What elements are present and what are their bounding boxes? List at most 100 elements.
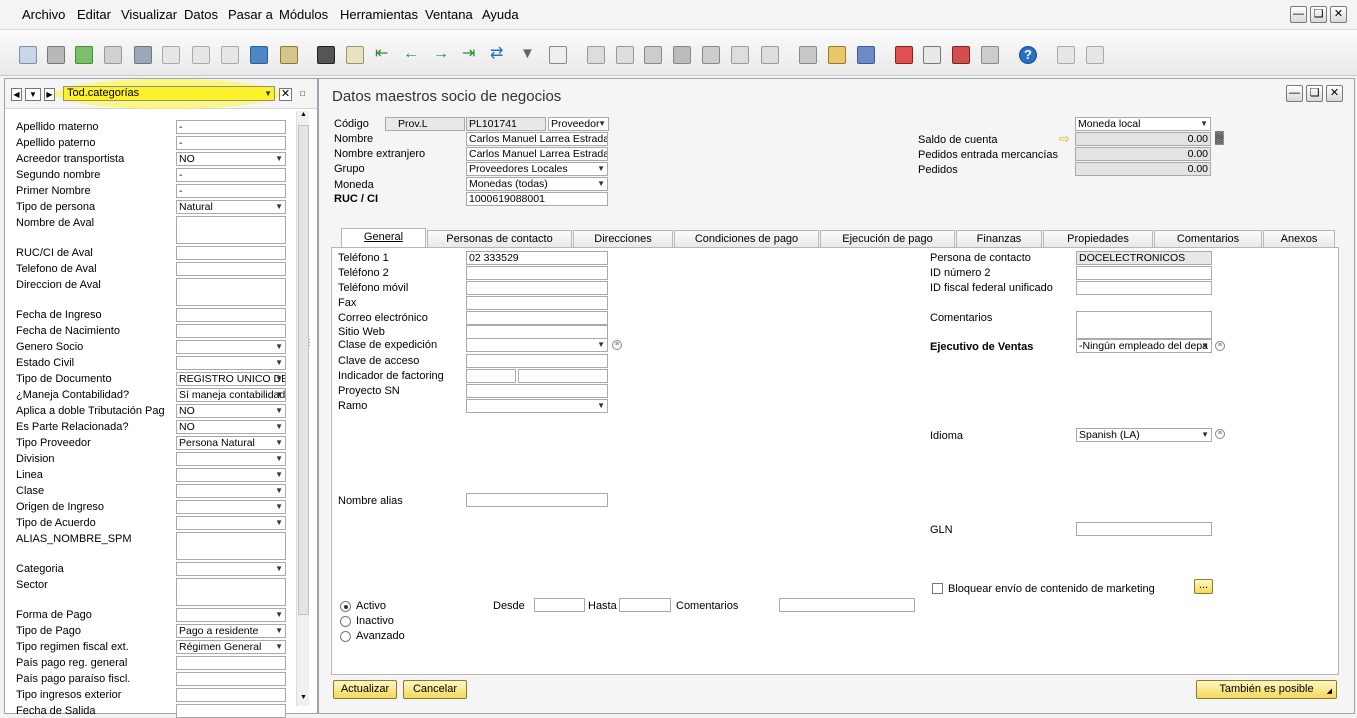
idioma-select[interactable]: Spanish (LA) — [1076, 428, 1212, 442]
idioma-info-icon[interactable]: ≡ — [1215, 429, 1225, 439]
moneda-select[interactable]: Monedas (todas) — [466, 177, 608, 191]
fax-icon[interactable] — [134, 46, 152, 64]
gln-field[interactable] — [1076, 522, 1212, 536]
udf-field[interactable] — [176, 578, 286, 606]
telefono1-field[interactable]: 02 333529 — [466, 251, 608, 265]
ruc-field[interactable]: 1000619088001 — [466, 192, 608, 206]
print-preview-icon[interactable] — [19, 46, 37, 64]
book-icon[interactable] — [731, 46, 749, 64]
udf-select[interactable]: REGISTRO UNICO DE — [176, 372, 286, 386]
export-excel-icon[interactable] — [75, 46, 93, 64]
window-restore-icon[interactable]: ❏ — [1306, 85, 1323, 102]
menu-pasar-a[interactable]: Pasar a — [228, 7, 273, 22]
udf-scrollbar[interactable]: ▲ ▼ — [296, 111, 309, 706]
first-record-icon[interactable]: ⇤ — [375, 46, 393, 64]
print-icon[interactable] — [47, 46, 65, 64]
ejecutivo-select[interactable]: -Ningún empleado del depa — [1076, 339, 1212, 353]
udf-field[interactable] — [176, 704, 286, 718]
scroll-thumb[interactable] — [298, 125, 309, 615]
udf-field[interactable] — [176, 656, 286, 670]
tab-finanzas[interactable]: Finanzas — [956, 230, 1042, 248]
udf-field[interactable] — [176, 308, 286, 322]
udf-select[interactable]: Régimen General — [176, 640, 286, 654]
scroll-up-icon[interactable]: ▲ — [298, 111, 309, 123]
layout-icon[interactable] — [1057, 46, 1075, 64]
alias-field[interactable] — [466, 493, 608, 507]
comentarios-field[interactable] — [1076, 311, 1212, 339]
send-icon[interactable] — [104, 46, 122, 64]
help-icon[interactable]: ? — [1019, 46, 1037, 64]
fax-field[interactable] — [466, 296, 608, 310]
hasta-field[interactable] — [619, 598, 671, 612]
currency-select[interactable]: Moneda local — [1075, 117, 1211, 131]
udf-select[interactable]: Sí maneja contabilidad — [176, 388, 286, 402]
restore-icon[interactable]: ❏ — [1310, 6, 1327, 23]
tab-ejecucion-pago[interactable]: Ejecución de pago — [820, 230, 955, 248]
udf-field[interactable]: - — [176, 168, 286, 182]
factoring-code-field[interactable] — [466, 369, 516, 383]
menu-modulos[interactable]: Módulos — [279, 7, 328, 22]
menu-ayuda[interactable]: Ayuda — [482, 7, 519, 22]
correo-field[interactable] — [466, 311, 608, 325]
udf-select[interactable]: Persona Natural — [176, 436, 286, 450]
link-arrow-icon[interactable]: ⇨ — [1059, 131, 1070, 147]
menu-archivo[interactable]: Archivo — [22, 7, 65, 22]
clave-field[interactable] — [466, 354, 608, 368]
udf-select[interactable]: NO — [176, 404, 286, 418]
idfiscal-field[interactable] — [1076, 281, 1212, 295]
udf-select[interactable]: NO — [176, 152, 286, 166]
tab-condiciones-pago[interactable]: Condiciones de pago — [674, 230, 819, 248]
udf-field[interactable] — [176, 672, 286, 686]
codigo-field[interactable]: PL101741 — [466, 117, 546, 131]
minimize-icon[interactable]: — — [1290, 6, 1307, 23]
udf-select[interactable] — [176, 340, 286, 354]
status-comentarios-field[interactable] — [779, 598, 915, 612]
window-minimize-icon[interactable]: — — [1286, 85, 1303, 102]
contacto-field[interactable]: DOCELECTRONICOS — [1076, 251, 1212, 265]
dropdown-arrow-icon[interactable]: ▼ — [25, 88, 41, 101]
actualizar-button[interactable]: Actualizar — [333, 680, 397, 699]
next-record-icon[interactable]: → — [433, 46, 451, 64]
udf-select[interactable] — [176, 468, 286, 482]
database-icon[interactable] — [857, 46, 875, 64]
document-icon[interactable] — [162, 46, 180, 64]
activo-radio[interactable] — [340, 601, 351, 612]
inactivo-radio[interactable] — [340, 616, 351, 627]
menu-datos[interactable]: Datos — [184, 7, 218, 22]
udf-select[interactable]: Natural — [176, 200, 286, 214]
next-arrow-icon[interactable]: ▶ — [44, 88, 55, 101]
udf-field[interactable] — [176, 324, 286, 338]
pdf-icon[interactable] — [221, 46, 239, 64]
tab-general[interactable]: General — [341, 228, 426, 248]
desde-field[interactable] — [534, 598, 585, 612]
udf-select[interactable]: NO — [176, 420, 286, 434]
udf-select[interactable] — [176, 452, 286, 466]
expedicion-select[interactable] — [466, 338, 608, 352]
user-icon[interactable] — [673, 46, 691, 64]
menu-editar[interactable]: Editar — [77, 7, 111, 22]
factoring-name-field[interactable] — [518, 369, 608, 383]
refresh-icon[interactable]: ⇄ — [490, 46, 508, 64]
udf-field[interactable]: - — [176, 120, 286, 134]
find-icon[interactable] — [317, 46, 335, 64]
hierarchy-icon[interactable] — [981, 46, 999, 64]
pin-icon[interactable]: □ — [297, 88, 308, 101]
lock-form-icon[interactable] — [280, 46, 298, 64]
id2-field[interactable] — [1076, 266, 1212, 280]
previous-record-icon[interactable]: ← — [403, 46, 421, 64]
base-document-icon[interactable] — [587, 46, 605, 64]
codigo-series[interactable]: Prov.L — [385, 117, 465, 131]
window-close-icon[interactable]: ✕ — [1326, 85, 1343, 102]
category-select[interactable]: Tod.categorías — [63, 86, 275, 101]
udf-field[interactable] — [176, 246, 286, 260]
udf-select[interactable] — [176, 562, 286, 576]
udf-select[interactable] — [176, 356, 286, 370]
settings-doc-icon[interactable] — [828, 46, 846, 64]
close-panel-icon[interactable]: ✕ — [279, 88, 292, 101]
ejecutivo-info-icon[interactable]: ≡ — [1215, 341, 1225, 351]
scroll-down-icon[interactable]: ▼ — [298, 694, 309, 706]
tab-comentarios[interactable]: Comentarios — [1154, 230, 1262, 248]
move-icon[interactable] — [250, 46, 268, 64]
edit-icon[interactable] — [799, 46, 817, 64]
marketing-options-button[interactable]: ... — [1194, 579, 1213, 594]
